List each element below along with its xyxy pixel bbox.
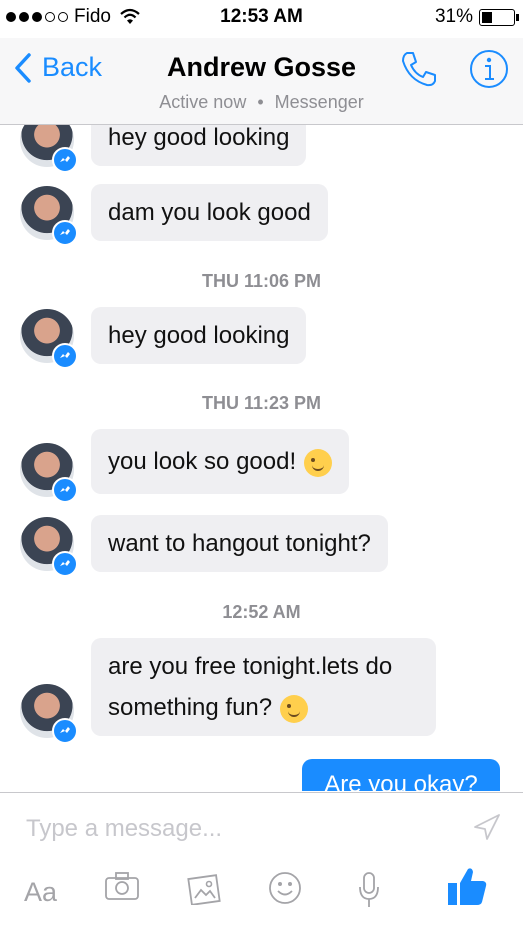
emoji-icon[interactable] (268, 871, 302, 905)
message-line: are you free tonight.lets do (108, 653, 393, 680)
message-text: something fun? (108, 694, 273, 721)
text-format-button[interactable]: Aa (24, 877, 57, 908)
message-bubble[interactable]: you look so good! (91, 429, 350, 494)
camera-icon[interactable] (104, 871, 140, 901)
message-bubble[interactable]: hey good looking (91, 125, 307, 166)
contact-status: Active now • Messenger (0, 92, 523, 113)
message-line: something fun? (108, 687, 419, 728)
status-separator: • (257, 92, 264, 112)
timestamp: THU 11:06 PM (201, 271, 322, 291)
battery-percent: 31% (434, 6, 473, 27)
microphone-icon[interactable] (357, 871, 381, 909)
outgoing-message-bubble[interactable]: Are you okay? (302, 759, 500, 791)
info-icon[interactable] (468, 48, 510, 90)
send-icon[interactable] (473, 813, 501, 841)
thumbs-up-icon[interactable] (446, 865, 488, 907)
composer-toolbar: Aa (0, 868, 523, 921)
messenger-badge-icon (52, 477, 78, 503)
timestamp: 12:52 AM (222, 602, 301, 622)
contact-name[interactable]: Andrew Gosse (0, 52, 523, 83)
wink-emoji-icon (280, 694, 309, 723)
message-thread[interactable]: hey good looking dam you look good THU 1… (0, 125, 523, 791)
wink-emoji-icon (304, 448, 333, 477)
photo-gallery-icon[interactable] (186, 871, 222, 905)
timestamp: THU 11:23 PM (201, 393, 322, 413)
messenger-badge-icon (52, 718, 78, 744)
message-input[interactable]: Type a message... (26, 815, 222, 843)
message-bubble[interactable]: are you free tonight.lets do something f… (91, 638, 436, 736)
messenger-badge-icon (52, 220, 78, 246)
app-name: Messenger (274, 92, 364, 112)
message-composer: Type a message... Aa (0, 792, 523, 929)
active-status: Active now (159, 92, 247, 112)
messenger-badge-icon (52, 551, 78, 577)
status-bar: Fido 12:53 AM 31% (0, 0, 523, 38)
message-bubble[interactable]: dam you look good (91, 184, 328, 241)
message-text: you look so good! (108, 448, 297, 475)
battery-icon (479, 8, 519, 26)
message-bubble[interactable]: want to hangout tonight? (91, 515, 388, 572)
conversation-header: Back Andrew Gosse Active now • Messenger (0, 38, 523, 125)
message-bubble[interactable]: hey good looking (91, 307, 307, 364)
phone-icon[interactable] (398, 48, 440, 90)
messenger-badge-icon (52, 343, 78, 369)
messenger-badge-icon (52, 147, 78, 173)
battery-group: 31% (434, 6, 519, 28)
